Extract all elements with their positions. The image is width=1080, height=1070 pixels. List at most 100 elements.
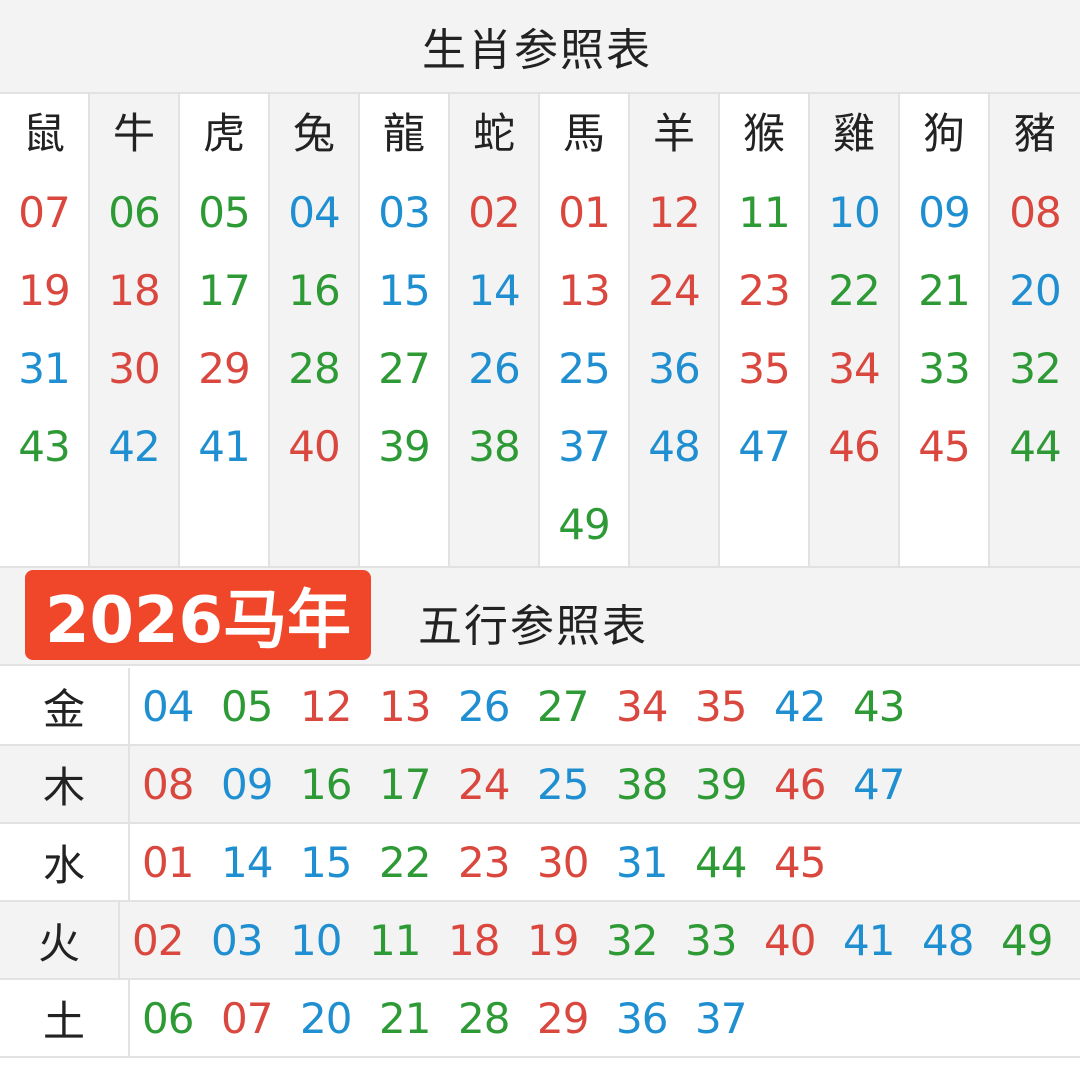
wuxing-label: 木 <box>0 746 130 822</box>
zodiac-column: 蛇 02 14 26 38 <box>450 94 540 566</box>
zodiac-column: 豬 08 20 32 44 <box>990 94 1080 566</box>
wuxing-number: 16 <box>300 759 352 809</box>
zodiac-title: 生肖参照表 <box>422 25 652 76</box>
wuxing-numbers: 02 03 10 11 18 19 32 33 40 41 48 49 <box>120 916 1080 965</box>
wuxing-number: 39 <box>695 759 747 809</box>
zodiac-number: 42 <box>108 422 160 471</box>
zodiac-number: 27 <box>378 344 430 393</box>
wuxing-number: 47 <box>853 759 905 809</box>
zodiac-number: 25 <box>558 344 610 393</box>
wuxing-number: 21 <box>379 993 431 1043</box>
wuxing-number: 24 <box>458 759 510 809</box>
wuxing-label: 火 <box>0 902 120 978</box>
zodiac-number: 43 <box>18 422 70 471</box>
zodiac-name: 牛 <box>112 109 155 158</box>
zodiac-number: 29 <box>198 344 250 393</box>
zodiac-number: 34 <box>828 344 880 393</box>
zodiac-column: 羊 12 24 36 48 <box>630 94 720 566</box>
zodiac-number: 18 <box>108 266 160 315</box>
wuxing-number: 46 <box>774 759 826 809</box>
year-badge: 2026马年 <box>25 570 371 660</box>
zodiac-number: 02 <box>468 188 520 237</box>
wuxing-number: 15 <box>300 837 352 887</box>
wuxing-row: 火 02 03 10 11 18 19 32 33 40 41 48 49 <box>0 902 1080 980</box>
reference-page: 生肖参照表 鼠 07 19 31 43 牛 06 18 30 42 虎 05 17 29 41 兔 04 16 28… <box>0 0 1080 1070</box>
wuxing-number: 38 <box>616 759 668 809</box>
wuxing-header: 2026马年 五行参照表 <box>0 566 1080 666</box>
wuxing-number: 29 <box>537 993 589 1043</box>
zodiac-number: 14 <box>468 266 520 315</box>
zodiac-number: 49 <box>558 500 610 549</box>
zodiac-number: 47 <box>738 422 790 471</box>
wuxing-label: 金 <box>0 668 130 744</box>
wuxing-number: 08 <box>142 759 194 809</box>
zodiac-number: 15 <box>378 266 430 315</box>
zodiac-column: 鼠 07 19 31 43 <box>0 94 90 566</box>
zodiac-number: 17 <box>198 266 250 315</box>
wuxing-number: 40 <box>764 915 816 965</box>
wuxing-number: 07 <box>221 993 273 1043</box>
wuxing-numbers: 04 05 12 13 26 27 34 35 42 43 <box>130 682 932 731</box>
zodiac-number: 28 <box>288 344 340 393</box>
wuxing-number: 49 <box>1001 915 1053 965</box>
zodiac-name: 豬 <box>1013 109 1056 158</box>
wuxing-number: 10 <box>290 915 342 965</box>
zodiac-number: 22 <box>828 266 880 315</box>
zodiac-number: 04 <box>288 188 340 237</box>
wuxing-number: 11 <box>369 915 421 965</box>
zodiac-number: 30 <box>108 344 160 393</box>
wuxing-number: 14 <box>221 837 273 887</box>
wuxing-numbers: 06 07 20 21 28 29 36 37 <box>130 994 774 1043</box>
zodiac-number: 16 <box>288 266 340 315</box>
zodiac-column: 虎 05 17 29 41 <box>180 94 270 566</box>
wuxing-number: 05 <box>221 681 273 731</box>
zodiac-number: 23 <box>738 266 790 315</box>
wuxing-number: 25 <box>537 759 589 809</box>
zodiac-number: 03 <box>378 188 430 237</box>
wuxing-number: 42 <box>774 681 826 731</box>
zodiac-number: 33 <box>918 344 970 393</box>
wuxing-number: 41 <box>843 915 895 965</box>
zodiac-column: 狗 09 21 33 45 <box>900 94 990 566</box>
wuxing-number: 18 <box>448 915 500 965</box>
zodiac-number: 26 <box>468 344 520 393</box>
wuxing-number: 23 <box>458 837 510 887</box>
zodiac-number: 40 <box>288 422 340 471</box>
wuxing-label: 水 <box>0 824 130 900</box>
wuxing-title: 五行参照表 <box>418 601 648 652</box>
wuxing-row: 木 08 09 16 17 24 25 38 39 46 47 <box>0 746 1080 824</box>
zodiac-column: 龍 03 15 27 39 <box>360 94 450 566</box>
zodiac-number: 48 <box>648 422 700 471</box>
wuxing-numbers: 01 14 15 22 23 30 31 44 45 <box>130 838 853 887</box>
zodiac-number: 07 <box>18 188 70 237</box>
wuxing-number: 28 <box>458 993 510 1043</box>
zodiac-column: 牛 06 18 30 42 <box>90 94 180 566</box>
zodiac-number: 10 <box>828 188 880 237</box>
zodiac-number: 41 <box>198 422 250 471</box>
wuxing-number: 35 <box>695 681 747 731</box>
zodiac-number: 19 <box>18 266 70 315</box>
zodiac-name: 蛇 <box>472 109 515 158</box>
wuxing-table: 金 04 05 12 13 26 27 34 35 42 43 木 08 09 16 17 24 25 38 39 46… <box>0 668 1080 1058</box>
wuxing-number: 19 <box>527 915 579 965</box>
wuxing-row: 金 04 05 12 13 26 27 34 35 42 43 <box>0 668 1080 746</box>
zodiac-number: 06 <box>108 188 160 237</box>
zodiac-number: 44 <box>1009 422 1061 471</box>
zodiac-grid: 鼠 07 19 31 43 牛 06 18 30 42 虎 05 17 29 41 兔 04 16 28 40 龍 03 1… <box>0 94 1080 566</box>
zodiac-name: 羊 <box>652 109 695 158</box>
wuxing-number: 48 <box>922 915 974 965</box>
zodiac-name: 雞 <box>832 109 875 158</box>
zodiac-number: 38 <box>468 422 520 471</box>
wuxing-label: 土 <box>0 980 130 1056</box>
wuxing-number: 02 <box>132 915 184 965</box>
zodiac-number: 46 <box>828 422 880 471</box>
wuxing-number: 13 <box>379 681 431 731</box>
zodiac-number: 36 <box>648 344 700 393</box>
wuxing-number: 31 <box>616 837 668 887</box>
wuxing-number: 09 <box>221 759 273 809</box>
wuxing-number: 20 <box>300 993 352 1043</box>
zodiac-column: 兔 04 16 28 40 <box>270 94 360 566</box>
zodiac-column: 猴 11 23 35 47 <box>720 94 810 566</box>
zodiac-number: 01 <box>558 188 610 237</box>
wuxing-number: 44 <box>695 837 747 887</box>
